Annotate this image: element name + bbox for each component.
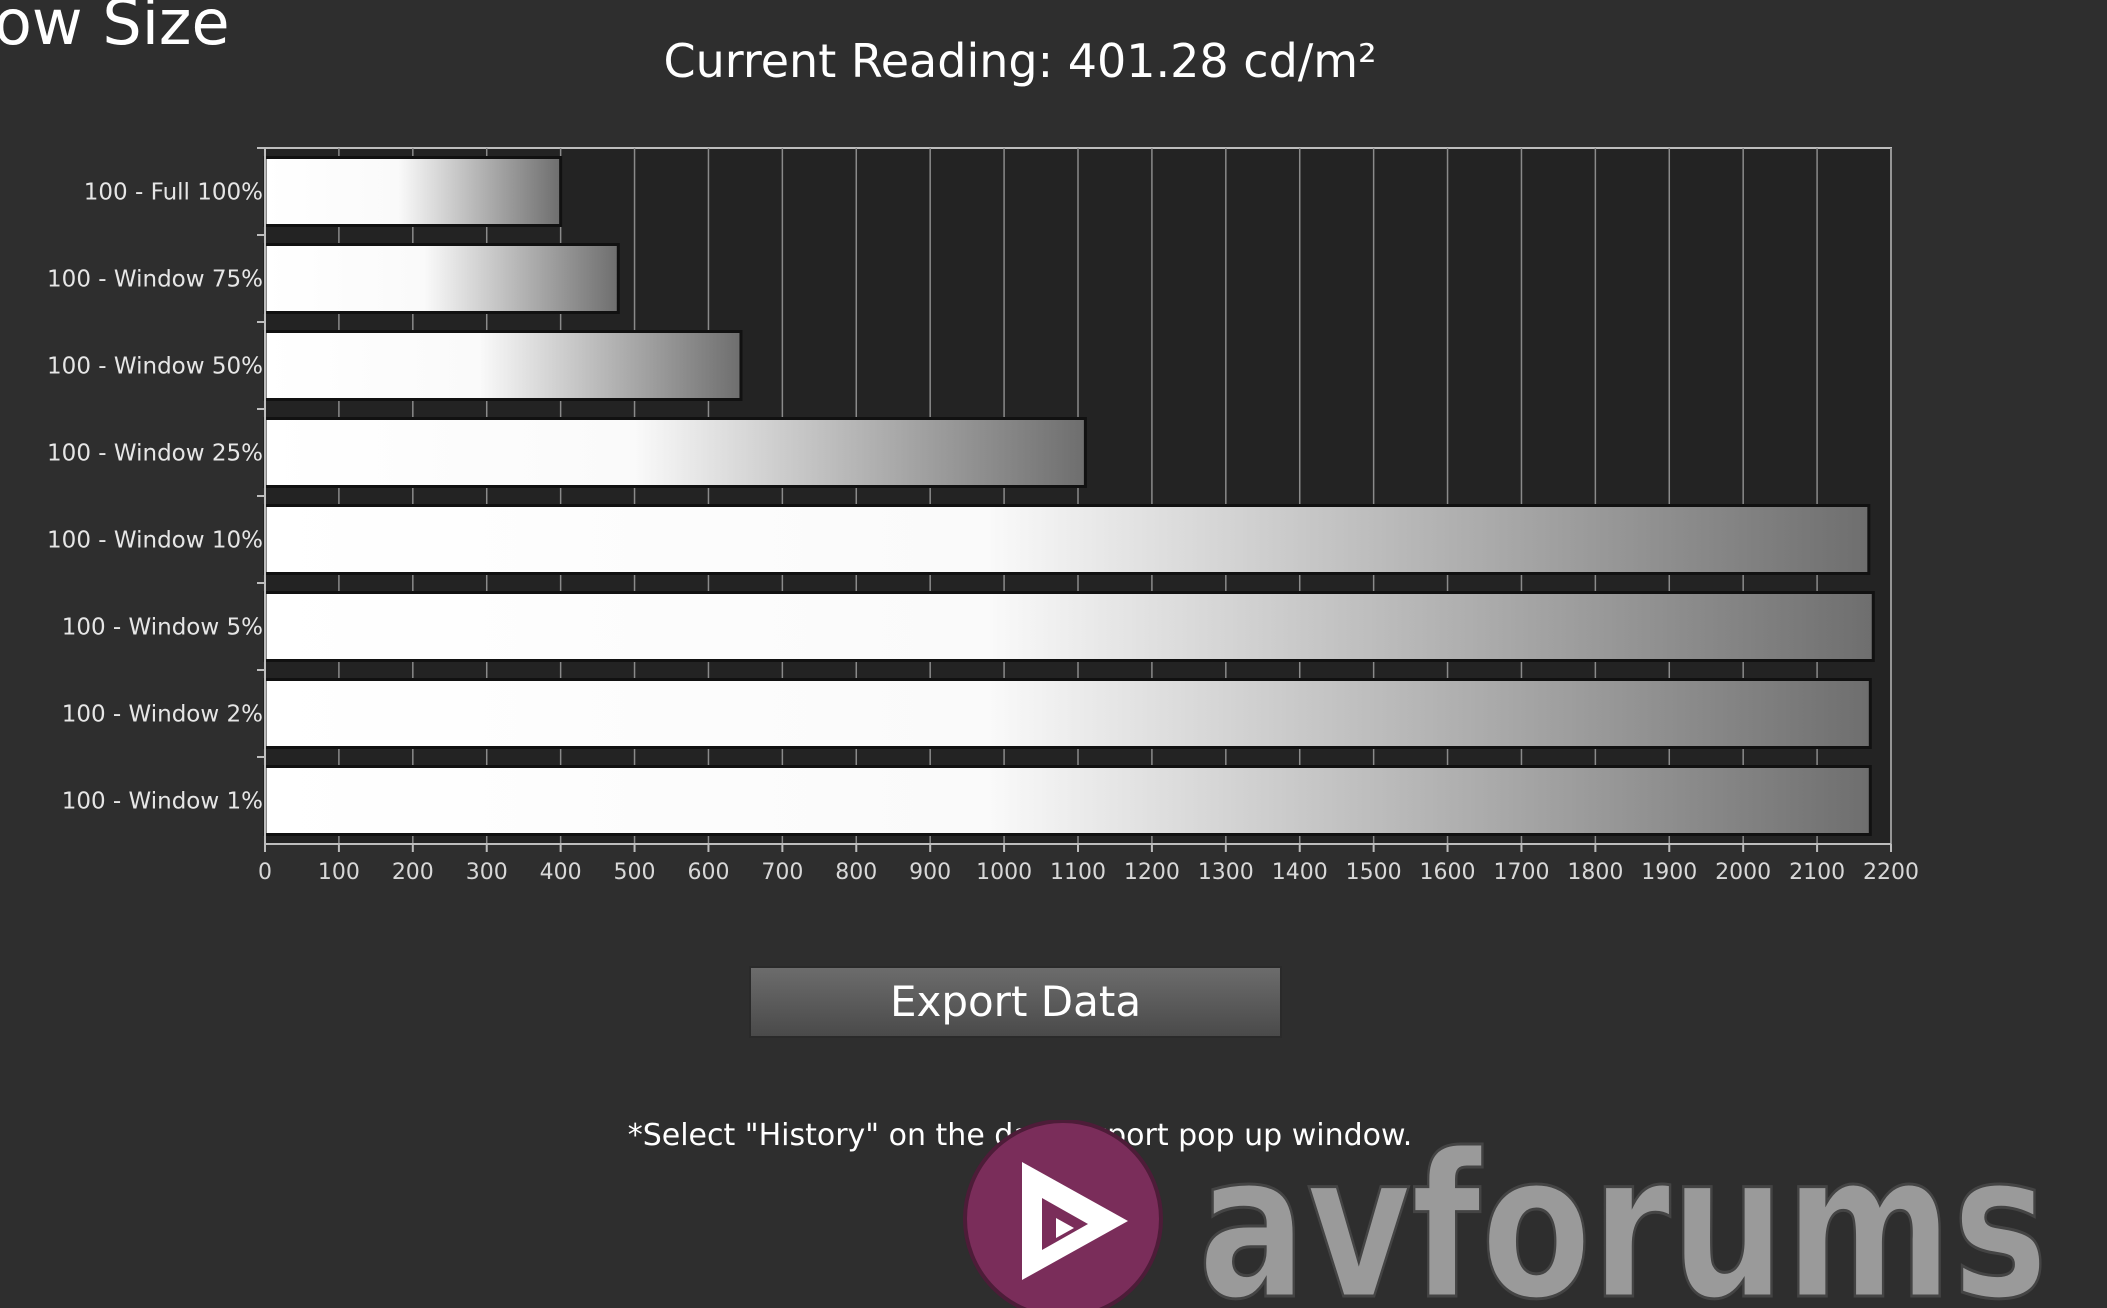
x-tick-label: 800 [835, 860, 877, 885]
bar [263, 765, 1872, 836]
y-category-label: 100 - Window 5% [62, 615, 263, 641]
luminance-bar-chart: 0 100 200 300 400 500 600 700 800 900 1000 1100 1200… [47, 147, 1919, 885]
bar [263, 417, 1087, 488]
x-tick-label: 400 [540, 860, 582, 885]
x-tick-label: 2100 [1789, 860, 1845, 885]
x-tick-label: 900 [909, 860, 951, 885]
y-category-label: 100 - Full 100% [84, 180, 263, 206]
x-tick-label: 1900 [1641, 860, 1697, 885]
x-tick-label: 500 [614, 860, 656, 885]
x-tick-label: 2000 [1715, 860, 1771, 885]
x-tick-label: 1000 [976, 860, 1032, 885]
bar [263, 156, 563, 227]
x-tick-label: 600 [687, 860, 729, 885]
y-category-label: 100 - Window 50% [47, 354, 263, 380]
x-tick-label: 1500 [1346, 860, 1402, 885]
x-tick-label: 1100 [1050, 860, 1106, 885]
x-tick-label: 1700 [1493, 860, 1549, 885]
x-tick-label: 1800 [1567, 860, 1623, 885]
y-category-label: 100 - Window 10% [47, 528, 263, 554]
y-category-label: 100 - Window 1% [62, 789, 263, 815]
x-tick-label: 2200 [1863, 860, 1919, 885]
x-tick-label: 200 [392, 860, 434, 885]
y-category-label: 100 - Window 25% [47, 441, 263, 467]
x-tick-label: 1600 [1420, 860, 1476, 885]
y-category-label: 100 - Window 2% [62, 702, 263, 728]
x-tick-label: 1300 [1198, 860, 1254, 885]
x-tick-label: 1400 [1272, 860, 1328, 885]
bar [263, 243, 620, 314]
bar [263, 330, 743, 401]
x-tick-label: 1200 [1124, 860, 1180, 885]
x-tick-label: 0 [258, 860, 272, 885]
logo-text: avforums [1198, 1120, 2048, 1308]
y-category-label: 100 - Window 75% [47, 267, 263, 293]
bar [263, 591, 1875, 662]
x-tick-label: 300 [466, 860, 508, 885]
bar [263, 504, 1871, 575]
avforums-watermark: avforums [963, 1120, 2050, 1308]
bar [263, 678, 1872, 749]
x-tick-label: 100 [318, 860, 360, 885]
x-tick-label: 700 [761, 860, 803, 885]
export-data-button[interactable]: Export Data [749, 966, 1282, 1038]
